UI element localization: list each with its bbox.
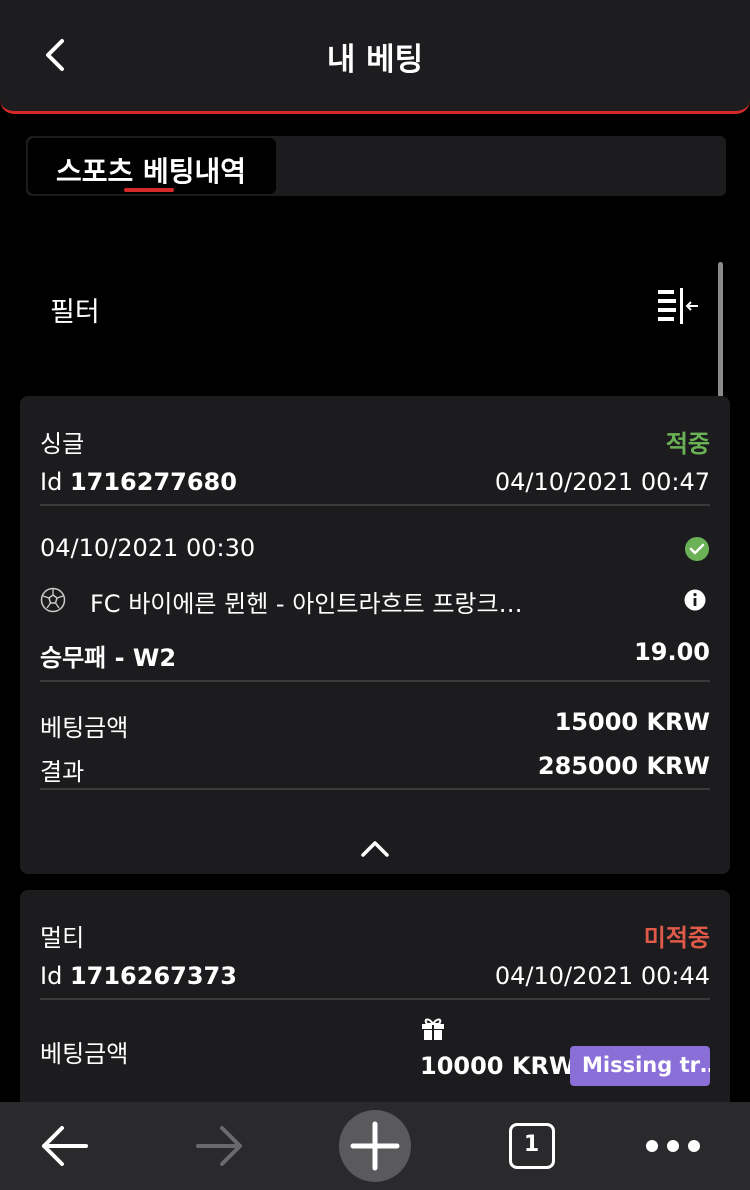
bet-status: 미적중 bbox=[643, 924, 710, 952]
bet-id-value: 1716267373 bbox=[69, 962, 237, 990]
divider bbox=[40, 504, 710, 506]
filter-label: 필터 bbox=[50, 297, 100, 328]
page-title: 내 베팅 bbox=[326, 42, 424, 78]
browser-back-button[interactable] bbox=[24, 1102, 104, 1190]
stake-value: 10000 KRW bbox=[420, 1052, 576, 1080]
missing-badge[interactable]: Missing tr… bbox=[570, 1046, 710, 1086]
event-match: FC 바이에른 뮌헨 - 아인트라흐트 프랑크… bbox=[90, 590, 523, 618]
arrow-right-icon bbox=[196, 1126, 242, 1166]
stake-label: 베팅금액 bbox=[40, 714, 129, 742]
bet-type: 멀티 bbox=[40, 924, 85, 952]
new-tab-button[interactable] bbox=[336, 1102, 414, 1190]
browser-bottom-bar: 1 bbox=[0, 1102, 750, 1190]
filter-icon[interactable] bbox=[658, 286, 702, 326]
arrow-left-icon bbox=[42, 1126, 88, 1166]
result-label: 결과 bbox=[40, 758, 85, 786]
bet-card: 싱글 적중 Id 1716277680 04/10/2021 00:47 04/… bbox=[20, 396, 730, 874]
stake-value: 15000 KRW bbox=[554, 708, 710, 736]
bet-placed-at: 04/10/2021 00:44 bbox=[494, 962, 710, 990]
bet-id: Id 1716277680 bbox=[40, 468, 237, 496]
bet-id-label: Id bbox=[40, 468, 63, 496]
bet-id: Id 1716267373 bbox=[40, 962, 237, 990]
bet-id-value: 1716277680 bbox=[69, 468, 237, 496]
tab-sports-betting-history[interactable]: 스포츠 베팅내역 bbox=[28, 138, 276, 194]
tab-active-indicator bbox=[124, 188, 174, 192]
gift-icon bbox=[422, 1018, 444, 1040]
bet-type: 싱글 bbox=[40, 430, 85, 458]
bet-status: 적중 bbox=[665, 430, 710, 458]
app-header: 내 베팅 bbox=[0, 0, 750, 114]
result-value: 285000 KRW bbox=[537, 752, 710, 780]
bet-placed-at: 04/10/2021 00:47 bbox=[494, 468, 710, 496]
more-dots-icon bbox=[646, 1140, 700, 1152]
tab-count: 1 bbox=[523, 1132, 540, 1157]
divider bbox=[40, 788, 710, 790]
stake-label: 베팅금액 bbox=[40, 1040, 129, 1068]
info-icon[interactable] bbox=[684, 589, 706, 611]
filter-row[interactable]: 필터 bbox=[20, 272, 710, 342]
divider bbox=[40, 680, 710, 682]
bet-card: 멀티 미적중 Id 1716267373 04/10/2021 00:44 베팅… bbox=[20, 890, 730, 1120]
more-button[interactable] bbox=[636, 1102, 710, 1190]
tab-label: 스포츠 베팅내역 bbox=[56, 155, 247, 188]
event-odds: 19.00 bbox=[634, 638, 710, 666]
plus-icon bbox=[339, 1110, 411, 1182]
event-datetime: 04/10/2021 00:30 bbox=[40, 534, 256, 562]
chevron-up-icon[interactable] bbox=[358, 836, 392, 860]
browser-forward-button[interactable] bbox=[180, 1102, 260, 1190]
check-icon bbox=[685, 537, 709, 561]
tabs-button[interactable]: 1 bbox=[502, 1102, 562, 1190]
soccer-ball-icon bbox=[40, 587, 66, 613]
bet-id-label: Id bbox=[40, 962, 63, 990]
event-market: 승무패 - W2 bbox=[40, 644, 177, 672]
tab-bar: 스포츠 베팅내역 bbox=[26, 136, 726, 196]
divider bbox=[40, 998, 710, 1000]
tabs-icon: 1 bbox=[509, 1123, 555, 1169]
